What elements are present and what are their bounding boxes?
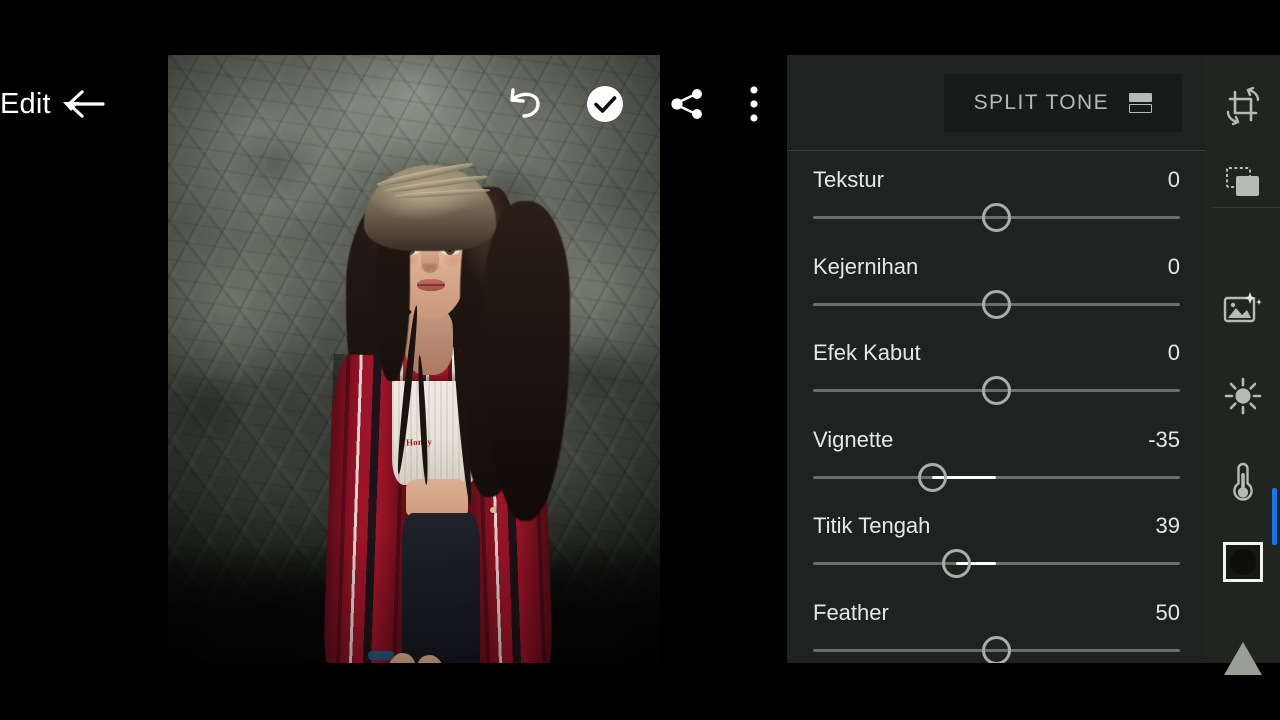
slider-row[interactable]: Tekstur 0 xyxy=(787,151,1206,238)
slider-value: -35 xyxy=(1148,426,1180,452)
edit-panel: SPLIT TONE Tekstur 0 Kejernihan 0 Efek Kabut… xyxy=(787,55,1206,663)
tool-color[interactable] xyxy=(1206,445,1280,519)
slider-track xyxy=(813,562,1180,565)
slider-knob[interactable] xyxy=(917,462,947,492)
rail-scrollbar[interactable] xyxy=(1272,488,1277,545)
crop-rotate-icon xyxy=(1226,86,1260,126)
slider-label: Feather xyxy=(813,599,889,625)
slider-track xyxy=(813,475,1180,479)
slider-value: 50 xyxy=(1155,599,1180,625)
tool-detail[interactable] xyxy=(1206,621,1280,695)
undo-button[interactable] xyxy=(496,68,554,140)
slider-row[interactable]: Vignette -35 xyxy=(787,411,1206,498)
color-thermometer-icon xyxy=(1233,462,1253,501)
tool-light[interactable] xyxy=(1206,359,1280,433)
slider-row[interactable]: Titik Tengah 39 xyxy=(787,497,1206,584)
tool-rail xyxy=(1206,55,1280,675)
light-sun-icon xyxy=(1224,377,1262,415)
top-toolbar: Edit xyxy=(0,68,787,140)
slider-track-wrap[interactable] xyxy=(813,635,1180,663)
undo-icon xyxy=(510,88,540,118)
tool-auto-enhance[interactable] xyxy=(1206,271,1280,345)
tool-effects[interactable] xyxy=(1206,525,1280,599)
slider-label: Vignette xyxy=(813,426,894,452)
slider-value: 0 xyxy=(1167,340,1180,365)
effects-vignette-icon xyxy=(1223,542,1263,582)
slider-knob[interactable] xyxy=(982,203,1011,232)
slider-value: 39 xyxy=(1155,513,1180,538)
slider-knob[interactable] xyxy=(982,289,1011,319)
slider-track-wrap[interactable] xyxy=(813,549,1180,578)
slider-header: Tekstur 0 xyxy=(813,167,1180,193)
panel-header: SPLIT TONE xyxy=(787,55,1206,150)
slider-header: Titik Tengah 39 xyxy=(813,513,1180,539)
detail-triangle-icon xyxy=(1224,641,1262,675)
auto-enhance-icon xyxy=(1223,292,1262,323)
back-button[interactable] xyxy=(58,68,116,140)
photo-vignette-overlay xyxy=(168,55,660,663)
more-options-button[interactable] xyxy=(730,68,778,140)
slider-track-wrap[interactable] xyxy=(813,289,1180,319)
slider-header: Vignette -35 xyxy=(813,427,1180,453)
slider-header: Feather 50 xyxy=(813,600,1180,626)
split-rectangle-icon xyxy=(1129,93,1152,113)
slider-track-wrap[interactable] xyxy=(813,203,1180,232)
slider-row[interactable]: Efek Kabut 0 xyxy=(787,324,1206,411)
slider-list: Tekstur 0 Kejernihan 0 Efek Kabut 0 Vignette -3… xyxy=(787,151,1206,663)
slider-value: 0 xyxy=(1167,167,1180,192)
check-circle-icon xyxy=(587,86,623,122)
more-vertical-icon xyxy=(750,86,758,122)
page-title: Edit xyxy=(0,87,51,120)
slider-label: Kejernihan xyxy=(813,253,919,279)
slider-label: Titik Tengah xyxy=(813,513,931,538)
slider-header: Efek Kabut 0 xyxy=(813,340,1180,366)
split-tone-button[interactable]: SPLIT TONE xyxy=(943,74,1182,132)
tool-presets-copy[interactable] xyxy=(1206,145,1280,219)
tool-crop-rotate[interactable] xyxy=(1206,69,1280,143)
slider-knob[interactable] xyxy=(982,376,1011,405)
slider-label: Efek Kabut xyxy=(813,340,921,365)
slider-value: 0 xyxy=(1167,253,1180,279)
photo-canvas[interactable]: Honey xyxy=(168,55,660,663)
presets-copy-icon xyxy=(1226,167,1259,196)
slider-row[interactable]: Feather 50 xyxy=(787,584,1206,663)
accept-button[interactable] xyxy=(576,68,634,140)
slider-knob[interactable] xyxy=(941,549,971,578)
slider-track-wrap[interactable] xyxy=(813,462,1180,492)
slider-row[interactable]: Kejernihan 0 xyxy=(787,238,1206,325)
share-icon xyxy=(671,89,702,119)
slider-header: Kejernihan 0 xyxy=(813,254,1180,280)
slider-knob[interactable] xyxy=(982,635,1011,663)
arrow-left-icon xyxy=(67,90,105,118)
share-button[interactable] xyxy=(658,68,716,140)
slider-track-wrap[interactable] xyxy=(813,376,1180,405)
split-tone-label: SPLIT TONE xyxy=(973,91,1109,114)
slider-label: Tekstur xyxy=(813,167,884,192)
